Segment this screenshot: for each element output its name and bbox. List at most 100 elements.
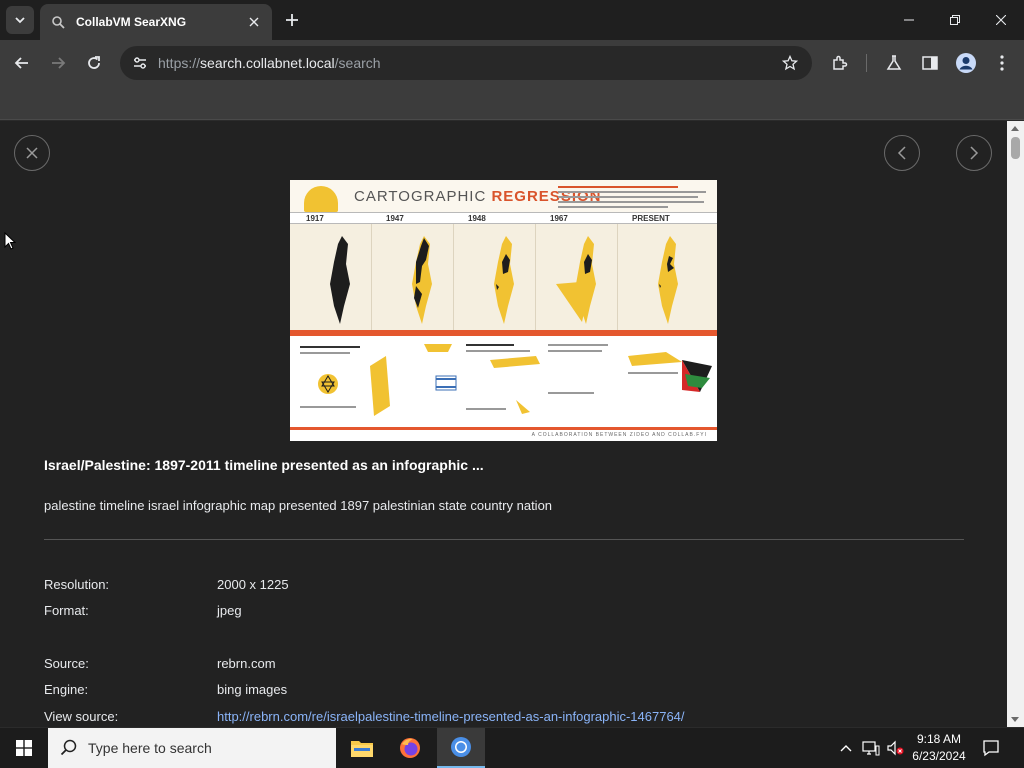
new-tab-button[interactable] <box>280 8 304 32</box>
result-title: Israel/Palestine: 1897-2011 timeline pre… <box>44 457 484 473</box>
more-vertical-icon <box>1000 55 1004 71</box>
minimize-button[interactable] <box>886 0 932 40</box>
url-host: search.collabnet.local <box>200 55 335 71</box>
view-source-label: View source: <box>44 709 119 724</box>
infographic-timeline-section <box>290 336 717 441</box>
taskbar-clock[interactable]: 9:18 AM 6/23/2024 <box>904 731 974 765</box>
chevron-right-icon <box>970 146 979 160</box>
side-panel-icon <box>922 56 938 70</box>
resolution-label: Resolution: <box>44 577 110 592</box>
reload-button[interactable] <box>80 49 108 77</box>
toolbar-separator <box>866 54 867 72</box>
engine-label: Engine: <box>44 682 89 697</box>
chevron-down-icon <box>15 17 25 24</box>
side-panel-button[interactable] <box>916 49 944 77</box>
firefox-taskbar-button[interactable] <box>386 728 434 768</box>
page-scrollbar[interactable] <box>1007 121 1024 727</box>
labs-button[interactable] <box>880 49 908 77</box>
map-panel-present <box>618 224 717 330</box>
arrow-right-icon <box>52 57 66 69</box>
close-icon <box>26 147 38 159</box>
network-tray-icon[interactable] <box>860 728 882 768</box>
infographic-footer-bar <box>290 427 717 430</box>
windows-taskbar: Type here to search 9:18 AM 6/23/2024 <box>0 728 1024 768</box>
url-scheme: https:// <box>158 55 201 71</box>
details-divider <box>44 539 964 540</box>
next-image-button[interactable] <box>956 135 992 171</box>
infographic-intro-text <box>558 186 708 208</box>
puzzle-icon <box>833 55 848 70</box>
forward-button[interactable] <box>44 49 72 77</box>
menu-button[interactable] <box>988 49 1016 77</box>
active-tab[interactable]: CollabVM SearXNG <box>40 4 272 40</box>
map-panel-1947 <box>372 224 454 330</box>
image-detail-panel: CARTOGRAPHIC REGRESSION 1917 1947 1948 1… <box>0 121 1007 727</box>
notifications-button[interactable] <box>978 728 1004 768</box>
volume-tray-icon[interactable] <box>884 728 906 768</box>
volume-muted-icon <box>887 740 904 756</box>
infographic-title-plain: CARTOGRAPHIC <box>354 188 492 205</box>
source-value: rebrn.com <box>217 656 276 671</box>
browser-tab-bar: CollabVM SearXNG <box>0 0 1024 40</box>
notification-icon <box>983 740 999 757</box>
year-label: 1948 <box>468 214 486 223</box>
extensions-button[interactable] <box>826 49 854 77</box>
minimize-icon <box>904 19 914 21</box>
browser-toolbar: https://search.collabnet.local/search <box>0 40 1024 86</box>
scroll-up-arrow-icon[interactable] <box>1011 126 1019 131</box>
view-source-link[interactable]: http://rebrn.com/re/israelpalestine-time… <box>217 709 685 724</box>
engine-value: bing images <box>217 682 288 697</box>
back-button[interactable] <box>8 49 36 77</box>
year-label: PRESENT <box>632 214 670 223</box>
folder-icon <box>351 741 373 757</box>
taskbar-search-placeholder: Type here to search <box>88 740 212 756</box>
profile-button[interactable] <box>952 49 980 77</box>
start-button[interactable] <box>0 728 48 768</box>
restore-icon <box>950 15 960 25</box>
infographic-credit: A COLLABORATION BETWEEN ZIDEO AND COLLAB… <box>531 432 707 438</box>
file-explorer-taskbar-button[interactable] <box>338 728 386 768</box>
year-label: 1947 <box>386 214 404 223</box>
firefox-icon <box>400 738 420 758</box>
bookmarks-bar <box>0 86 1024 120</box>
search-icon <box>60 739 77 756</box>
searxng-favicon-icon <box>50 14 66 30</box>
clock-time: 9:18 AM <box>916 732 962 746</box>
url-path: /search <box>334 55 381 71</box>
scroll-down-arrow-icon[interactable] <box>1011 717 1019 722</box>
image-preview[interactable]: CARTOGRAPHIC REGRESSION 1917 1947 1948 1… <box>290 180 717 441</box>
dome-of-the-rock-graphic <box>304 186 338 212</box>
infographic-year-strip: 1917 1947 1948 1967 PRESENT <box>290 212 717 224</box>
close-icon <box>996 15 1006 25</box>
year-label: 1967 <box>550 214 568 223</box>
resolution-value: 2000 x 1225 <box>217 577 289 592</box>
taskbar-search-box[interactable]: Type here to search <box>48 728 336 768</box>
tab-search-button[interactable] <box>6 6 34 34</box>
arrow-left-icon <box>14 57 28 69</box>
network-icon <box>862 741 880 756</box>
previous-image-button[interactable] <box>884 135 920 171</box>
restore-button[interactable] <box>932 0 978 40</box>
chevron-up-icon <box>840 745 852 752</box>
bookmark-star-icon[interactable] <box>780 53 800 73</box>
close-tab-icon[interactable] <box>246 14 262 30</box>
map-panel-1967 <box>536 224 618 330</box>
chevron-left-icon <box>897 146 906 160</box>
mouse-cursor-icon <box>4 231 17 255</box>
result-description: palestine timeline israel infographic ma… <box>44 498 553 513</box>
year-label: 1917 <box>306 214 324 223</box>
avatar-icon <box>956 53 976 73</box>
chrome-icon <box>451 737 471 757</box>
reload-icon <box>88 56 100 69</box>
address-bar[interactable]: https://search.collabnet.local/search <box>120 46 812 80</box>
scrollbar-thumb[interactable] <box>1011 137 1020 159</box>
show-hidden-icons-button[interactable] <box>836 728 856 768</box>
chrome-taskbar-button[interactable] <box>437 728 485 768</box>
close-detail-button[interactable] <box>14 135 50 171</box>
url-text: https://search.collabnet.local/search <box>158 55 381 71</box>
close-window-button[interactable] <box>978 0 1024 40</box>
plus-icon <box>286 14 298 26</box>
site-settings-icon[interactable] <box>124 47 156 79</box>
windows-logo-icon <box>16 740 32 756</box>
tab-title: CollabVM SearXNG <box>76 15 187 29</box>
